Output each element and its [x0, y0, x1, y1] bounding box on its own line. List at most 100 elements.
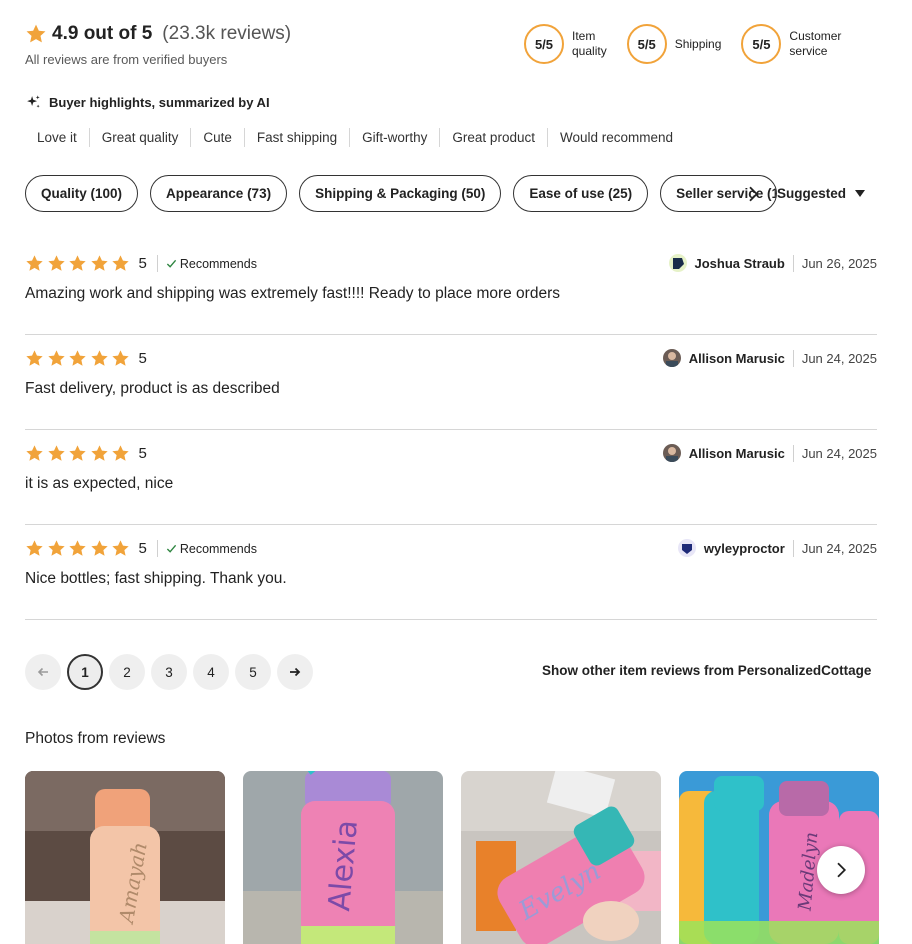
recommends-label: Recommends	[166, 257, 257, 271]
star-icon	[69, 350, 86, 366]
review-item: 5 Recommends Nice bottles; fast shipping…	[25, 525, 877, 620]
filter-ease-of-use[interactable]: Ease of use (25)	[513, 175, 649, 212]
review-text: Fast delivery, product is as described	[25, 380, 280, 397]
review-author[interactable]: Allison Marusic	[689, 446, 785, 461]
star-icon	[90, 255, 108, 271]
next-page-button[interactable]	[277, 654, 313, 690]
review-text: it is as expected, nice	[25, 475, 174, 492]
review-photo[interactable]: Alexia	[243, 771, 443, 944]
page-button-5[interactable]: 5	[235, 654, 271, 690]
highlight-tag: Would recommend	[559, 130, 674, 145]
filter-appearance[interactable]: Appearance (73)	[150, 175, 288, 212]
badge-score: 5/5	[524, 24, 564, 64]
review-author[interactable]: Joshua Straub	[695, 256, 785, 271]
review-text: Amazing work and shipping was extremely …	[25, 285, 560, 302]
photo-image: Amayah	[25, 771, 225, 944]
check-icon	[166, 259, 176, 268]
review-rating: 5	[25, 349, 147, 368]
review-count: (23.3k reviews)	[162, 23, 292, 44]
verified-note: All reviews are from verified buyers	[25, 52, 228, 67]
review-rating: 5 Recommends	[25, 254, 257, 273]
page-button-2[interactable]: 2	[109, 654, 145, 690]
badge-score: 5/5	[626, 24, 667, 64]
highlight-tag: Great quality	[90, 128, 192, 147]
sort-label: Suggested	[777, 186, 847, 201]
recommends-text: Recommends	[179, 256, 257, 271]
divider	[156, 540, 158, 557]
star-icon	[47, 540, 65, 556]
review-date: Jun 24, 2025	[801, 350, 877, 366]
page-button-4[interactable]: 4	[193, 654, 229, 690]
average-rating: 4.9 out of 5	[52, 23, 153, 44]
star-icon	[69, 445, 86, 461]
review-meta: Allison Marusic Jun 24, 2025	[662, 444, 877, 462]
review-date: Jun 24, 2025	[801, 540, 877, 556]
highlight-tag: Gift-worthy	[350, 128, 441, 147]
divider	[792, 539, 794, 557]
avatar[interactable]	[662, 349, 681, 367]
rating-badges: 5/5 Item quality 5/5 Shipping 5/5 Custom…	[524, 24, 841, 64]
avatar[interactable]	[668, 254, 687, 272]
star-icon	[112, 350, 129, 366]
star-icon	[90, 540, 108, 556]
review-score: 5	[138, 350, 147, 367]
review-score: 5	[138, 540, 147, 557]
star-icon	[26, 445, 43, 461]
carousel-next-button[interactable]	[817, 846, 865, 894]
recommends-label: Recommends	[166, 542, 257, 556]
highlights-title: Buyer highlights, summarized by AI	[25, 94, 270, 111]
highlights-title-text: Buyer highlights, summarized by AI	[49, 95, 270, 110]
highlight-tags: Love it Great quality Cute Fast shipping…	[25, 128, 685, 147]
star-icon	[112, 255, 129, 271]
highlight-tag: Love it	[25, 128, 90, 147]
star-icon	[69, 540, 86, 556]
review-meta: Allison Marusic Jun 24, 2025	[662, 349, 877, 367]
review-photo[interactable]: Amayah	[25, 771, 225, 944]
star-icon	[69, 255, 86, 271]
badge-label: Customer service	[789, 29, 842, 58]
other-reviews-link[interactable]: Show other item reviews from Personalize…	[542, 663, 871, 678]
avatar[interactable]	[677, 539, 696, 557]
star-icon	[26, 24, 46, 43]
review-item: 5 Recommends Amazing work and shipping w…	[25, 240, 877, 335]
star-icon	[112, 540, 129, 556]
highlight-tag: Great product	[440, 128, 548, 147]
filter-shipping-packaging[interactable]: Shipping & Packaging (50)	[299, 175, 502, 212]
sort-dropdown[interactable]: Suggested	[777, 186, 866, 201]
star-icon	[112, 445, 129, 461]
divider	[792, 349, 794, 367]
review-item: 5 Fast delivery, product is as described…	[25, 335, 877, 430]
review-meta: wyleyproctor Jun 24, 2025	[677, 539, 877, 557]
page-button-3[interactable]: 3	[151, 654, 187, 690]
review-score: 5	[138, 255, 147, 272]
arrow-left-icon	[37, 667, 48, 677]
pagination: 1 2 3 4 5	[25, 654, 319, 690]
divider	[792, 444, 794, 462]
review-list: 5 Recommends Amazing work and shipping w…	[25, 240, 877, 620]
photo-image: Alexia	[243, 771, 443, 944]
star-icon	[90, 445, 108, 461]
avatar[interactable]	[662, 444, 681, 462]
star-icon	[47, 255, 65, 271]
recommends-text: Recommends	[179, 541, 257, 556]
review-item: 5 it is as expected, nice Allison Marusi…	[25, 430, 877, 525]
chevron-right-icon[interactable]	[744, 185, 762, 203]
review-photo[interactable]: Evelyn	[461, 771, 661, 944]
check-icon	[166, 544, 176, 553]
photo-image: Evelyn	[461, 771, 661, 944]
arrow-right-icon	[290, 667, 301, 677]
star-icon	[26, 255, 43, 271]
page-button-1[interactable]: 1	[67, 654, 103, 690]
review-author[interactable]: wyleyproctor	[704, 541, 785, 556]
review-author[interactable]: Allison Marusic	[689, 351, 785, 366]
review-score: 5	[138, 445, 147, 462]
chevron-right-icon	[837, 862, 847, 878]
prev-page-button[interactable]	[25, 654, 61, 690]
star-icon	[26, 540, 43, 556]
highlight-tag: Fast shipping	[245, 128, 351, 147]
photos-title: Photos from reviews	[25, 730, 166, 747]
filter-quality[interactable]: Quality (100)	[25, 175, 139, 212]
rating-summary: 4.9 out of 5 (23.3k reviews) All reviews…	[25, 20, 291, 67]
badge-label: Item quality	[572, 29, 607, 58]
badge-shipping: 5/5 Shipping	[626, 24, 721, 64]
